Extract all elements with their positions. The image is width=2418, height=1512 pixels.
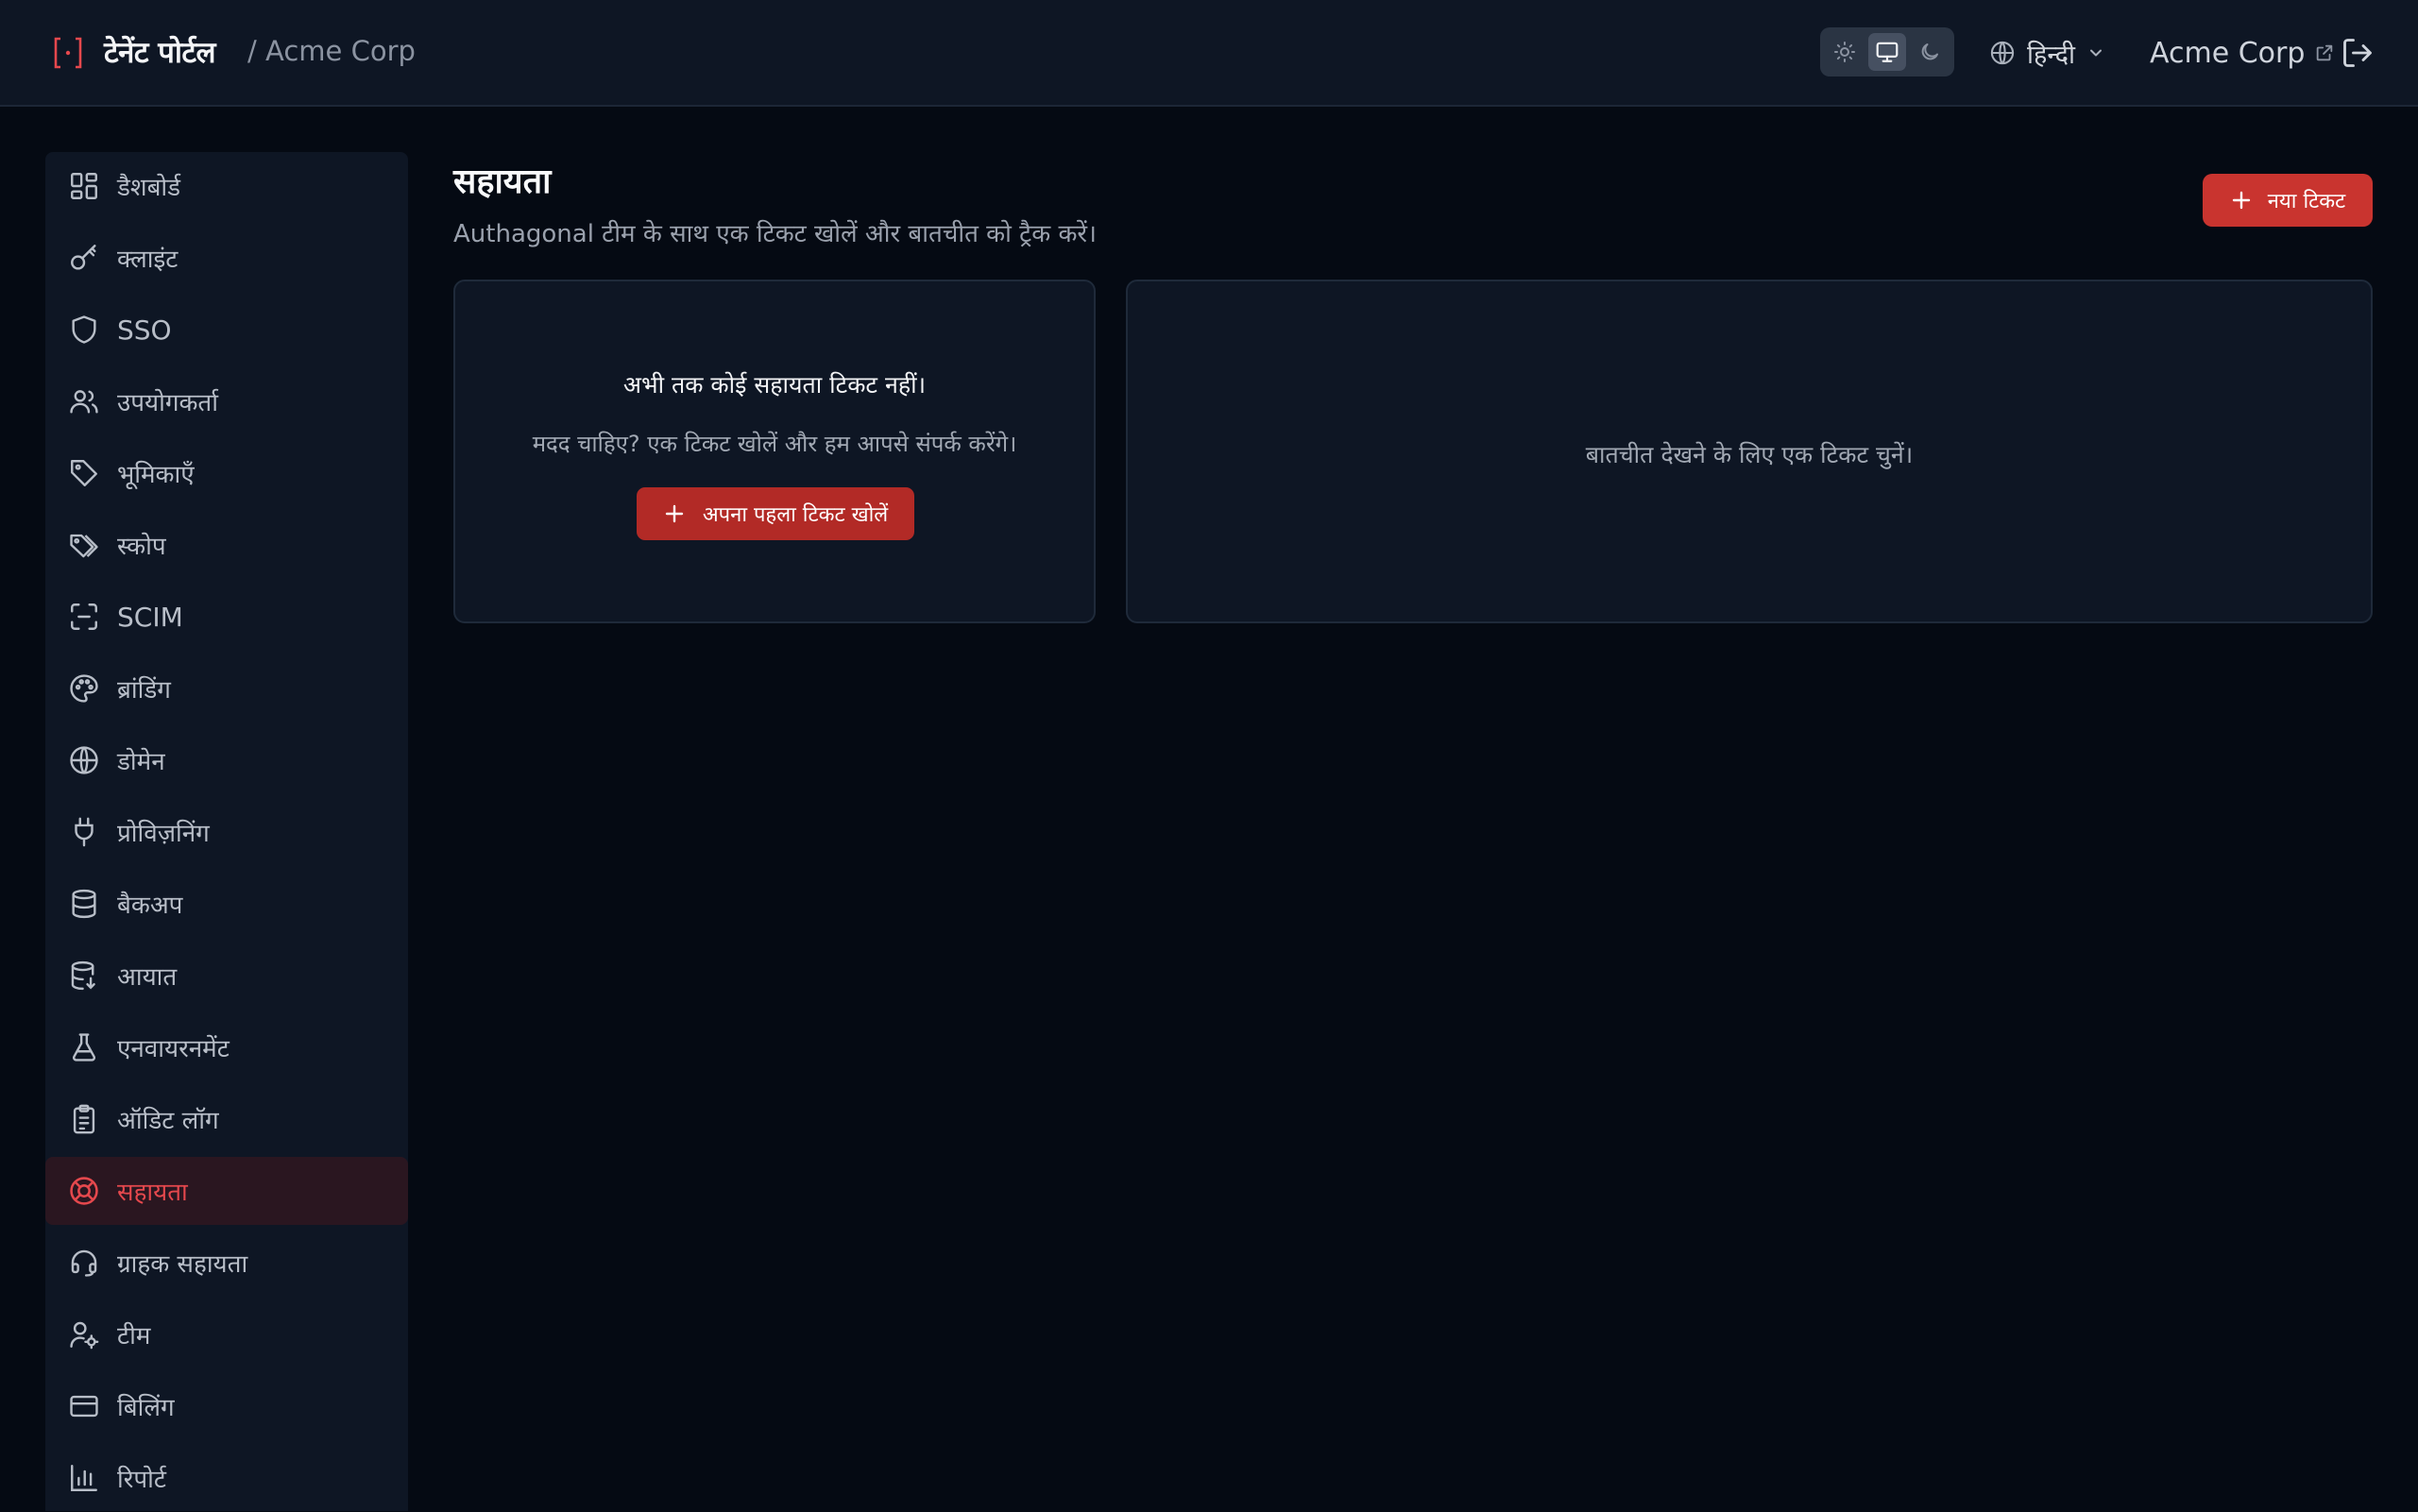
theme-switcher <box>1820 27 1954 76</box>
sidebar-item-label: बिलिंग <box>117 1394 175 1422</box>
ticket-list-panel: अभी तक कोई सहायता टिकट नहीं। मदद चाहिए? … <box>453 280 1096 623</box>
page-title: सहायता <box>453 162 552 201</box>
sidebar-item-label: उपयोगकर्ता <box>117 389 218 417</box>
sidebar-item-label: SCIM <box>117 601 183 633</box>
palette-icon <box>70 674 98 703</box>
conversation-placeholder: बातचीत देखने के लिए एक टिकट चुनें। <box>1585 441 1914 468</box>
sidebar-item-team[interactable]: टीम <box>45 1300 408 1368</box>
key-icon <box>71 245 96 270</box>
brand-title[interactable]: टेनेंट पोर्टल <box>104 32 216 72</box>
bar-chart-icon <box>71 1465 97 1491</box>
log-out-icon[interactable] <box>2341 36 2375 70</box>
user-cog-icon <box>70 1321 99 1350</box>
headset-icon <box>71 1249 97 1277</box>
bracket-dot-icon <box>53 36 83 70</box>
moon-icon <box>1921 43 1938 60</box>
sidebar-item-label: टीम <box>117 1322 151 1351</box>
sidebar-item-label: ऑडिट लॉग <box>117 1107 219 1135</box>
sidebar-item-domains[interactable]: डोमेन <box>45 726 408 794</box>
top-bar: टेनेंट पोर्टल / Acme Corp हिन्दी Acme Co… <box>0 0 2418 107</box>
open-first-ticket-button[interactable]: अपना पहला टिकट खोलें <box>637 487 914 540</box>
sidebar-item-import[interactable]: आयात <box>45 942 408 1010</box>
theme-system-button[interactable] <box>1868 33 1906 71</box>
new-ticket-button[interactable]: नया टिकट <box>2203 174 2373 227</box>
plus-icon <box>2232 191 2250 210</box>
sidebar-item-label: आयात <box>117 963 178 992</box>
sidebar-item-backup[interactable]: बैकअप <box>45 870 408 938</box>
sidebar-item-provisioning[interactable]: प्रोविज़निंग <box>45 798 408 866</box>
flask-icon <box>72 1033 96 1062</box>
sidebar-item-label: बैकअप <box>117 892 183 920</box>
sidebar-item-scim[interactable]: SCIM <box>45 583 408 651</box>
sidebar-item-label: डैशबोर्ड <box>117 174 181 202</box>
database-import-icon <box>71 960 95 991</box>
tag-icon <box>71 460 97 486</box>
monitor-icon <box>1876 42 1899 62</box>
sidebar-item-customer-support[interactable]: ग्राहक सहायता <box>45 1229 408 1297</box>
sidebar-item-sso[interactable]: SSO <box>45 296 408 364</box>
sidebar-item-audit-log[interactable]: ऑडिट लॉग <box>45 1085 408 1153</box>
plus-icon <box>665 504 684 523</box>
org-link[interactable]: Acme Corp <box>2150 32 2335 74</box>
sidebar-item-clients[interactable]: क्लाइंट <box>45 224 408 292</box>
sidebar-item-label: ग्राहक सहायता <box>117 1250 248 1279</box>
sun-icon <box>1834 42 1855 62</box>
tenant-breadcrumb: / Acme Corp <box>247 35 416 67</box>
clipboard-icon <box>73 1104 95 1134</box>
new-ticket-label: नया टिकट <box>2267 190 2346 213</box>
chevron-down-icon <box>2090 49 2103 57</box>
org-name: Acme Corp <box>2150 36 2306 70</box>
theme-light-button[interactable] <box>1826 33 1864 71</box>
database-icon <box>72 889 96 919</box>
sidebar-item-scopes[interactable]: स्कोप <box>45 511 408 579</box>
sidebar-item-support[interactable]: सहायता <box>45 1157 408 1225</box>
sidebar-item-label: डोमेन <box>117 748 165 776</box>
sidebar: डैशबोर्ड क्लाइंट SSO उपयोगकर्ता भूमिकाएँ… <box>45 152 408 1511</box>
sidebar-item-label: SSO <box>117 314 172 346</box>
sidebar-item-label: ब्रांडिंग <box>117 676 171 705</box>
sidebar-item-environments[interactable]: एनवायरनमेंट <box>45 1013 408 1081</box>
globe-icon <box>1990 41 2015 65</box>
sidebar-item-label: भूमिकाएँ <box>117 461 195 489</box>
sidebar-item-label: क्लाइंट <box>117 246 179 274</box>
sidebar-item-users[interactable]: उपयोगकर्ता <box>45 367 408 435</box>
sidebar-item-dashboard[interactable]: डैशबोर्ड <box>45 152 408 220</box>
shield-icon <box>72 315 96 344</box>
sidebar-item-branding[interactable]: ब्रांडिंग <box>45 654 408 722</box>
open-first-ticket-label: अपना पहला टिकट खोलें <box>702 503 889 527</box>
users-icon <box>70 390 98 414</box>
sidebar-item-reports[interactable]: रिपोर्ट <box>45 1444 408 1512</box>
empty-state-text: मदद चाहिए? एक टिकट खोलें और हम आपसे संपर… <box>532 431 1017 457</box>
sidebar-item-roles[interactable]: भूमिकाएँ <box>45 439 408 507</box>
page-subtitle: Authagonal टीम के साथ एक टिकट खोलें और ब… <box>453 220 1097 248</box>
life-buoy-icon <box>70 1177 98 1205</box>
language-label: हिन्दी <box>2027 40 2076 70</box>
sidebar-item-billing[interactable]: बिलिंग <box>45 1372 408 1440</box>
sidebar-item-label: सहायता <box>117 1179 188 1207</box>
empty-state-title: अभी तक कोई सहायता टिकट नहीं। <box>622 371 927 399</box>
credit-card-icon <box>70 1395 98 1418</box>
plug-icon <box>75 817 94 847</box>
sidebar-item-label: एनवायरनमेंट <box>117 1035 230 1063</box>
globe-icon <box>70 746 98 774</box>
scan-icon <box>71 603 97 630</box>
sidebar-item-label: रिपोर्ट <box>117 1466 166 1494</box>
conversation-panel: बातचीत देखने के लिए एक टिकट चुनें। <box>1126 280 2373 623</box>
tags-icon <box>70 534 98 558</box>
dashboard-icon <box>71 173 97 199</box>
language-selector[interactable]: हिन्दी <box>1989 34 2105 72</box>
theme-dark-button[interactable] <box>1911 33 1949 71</box>
external-link-icon <box>2317 44 2333 61</box>
sidebar-item-label: प्रोविज़निंग <box>117 820 210 848</box>
sidebar-item-label: स्कोप <box>117 533 166 561</box>
